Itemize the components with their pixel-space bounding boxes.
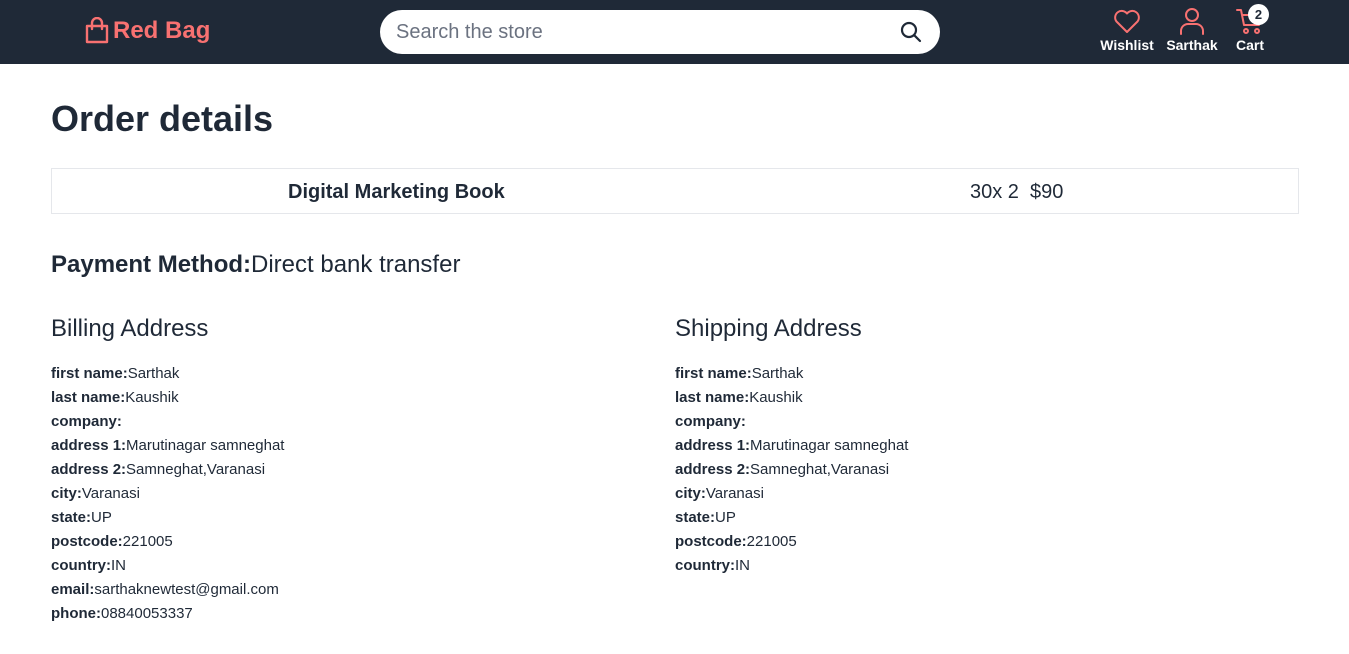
shipping-postcode: postcode:221005 (675, 530, 908, 554)
field-label: state: (675, 509, 716, 526)
field-value: 08840053337 (101, 605, 193, 622)
billing-first-name: first name:Sarthak (51, 362, 284, 386)
field-value: UP (91, 509, 112, 526)
field-label: postcode: (51, 533, 123, 550)
billing-country: country:IN (51, 554, 284, 578)
field-value: 221005 (122, 533, 173, 550)
shipping-city: city:Varanasi (675, 482, 908, 506)
field-value: Kaushik (125, 389, 179, 406)
wishlist-label: Wishlist (1100, 37, 1154, 53)
brand-name: Red Bag (113, 17, 211, 44)
field-label: address 1: (51, 437, 127, 454)
page-title: Order details (51, 98, 274, 139)
user-icon (1180, 8, 1204, 35)
field-value: IN (111, 557, 126, 574)
field-value: Varanasi (705, 485, 764, 502)
billing-phone: phone:08840053337 (51, 602, 284, 626)
billing-address-heading: Billing Address (51, 315, 209, 342)
shipping-address-2: address 2:Samneghat,Varanasi (675, 458, 908, 482)
shopping-bag-icon (84, 16, 110, 45)
field-value: Marutinagar samneghat (126, 437, 285, 454)
field-value: 221005 (746, 533, 797, 550)
field-label: email: (51, 581, 95, 598)
billing-company: company: (51, 410, 284, 434)
brand-logo[interactable]: Red Bag (84, 16, 210, 46)
billing-last-name: last name:Kaushik (51, 386, 284, 410)
cart-label: Cart (1235, 37, 1264, 53)
field-value: Samneghat,Varanasi (126, 461, 266, 478)
field-label: postcode: (675, 533, 747, 550)
field-value: Marutinagar samneghat (750, 437, 909, 454)
shipping-country: country:IN (675, 554, 908, 578)
field-label: address 2: (51, 461, 127, 478)
field-label: country: (51, 557, 111, 574)
payment-method-label: Payment Method: (51, 251, 252, 278)
billing-city: city:Varanasi (51, 482, 284, 506)
billing-state: state:UP (51, 506, 284, 530)
search-bar (380, 10, 940, 54)
field-label: first name: (51, 365, 128, 382)
cart-link[interactable]: 2 Cart (1230, 4, 1270, 53)
billing-address-2: address 2:Samneghat,Varanasi (51, 458, 284, 482)
product-name: Digital Marketing Book (288, 181, 505, 203)
payment-method-value: Direct bank transfer (251, 251, 461, 278)
field-value: UP (715, 509, 736, 526)
field-label: city: (675, 485, 706, 502)
order-items-table: Digital Marketing Book 30x 2 $90 (51, 168, 1299, 214)
field-label: last name: (675, 389, 750, 406)
field-label: company: (675, 413, 746, 430)
shipping-address: Shipping Address first name:Sarthak last… (675, 314, 908, 578)
search-icon[interactable] (900, 21, 922, 43)
field-label: country: (675, 557, 735, 574)
wishlist-link[interactable]: Wishlist (1100, 6, 1154, 53)
shipping-address-heading: Shipping Address (675, 315, 862, 342)
billing-address: Billing Address first name:Sarthak last … (51, 314, 284, 626)
field-value: Kaushik (749, 389, 803, 406)
field-label: state: (51, 509, 92, 526)
field-value: sarthaknewtest@gmail.com (94, 581, 279, 598)
field-label: address 1: (675, 437, 751, 454)
field-value: Sarthak (127, 365, 180, 382)
field-label: first name: (675, 365, 752, 382)
field-label: company: (51, 413, 122, 430)
product-quantity: 30x 2 (970, 181, 1019, 203)
cart-count-badge: 2 (1248, 4, 1269, 25)
account-label: Sarthak (1166, 37, 1218, 53)
field-value: Sarthak (751, 365, 804, 382)
field-value: IN (735, 557, 750, 574)
navbar: Red Bag Wishlist Sarthak 2 Cart (0, 0, 1349, 64)
search-input[interactable] (396, 10, 896, 54)
billing-address-1: address 1:Marutinagar samneghat (51, 434, 284, 458)
field-label: last name: (51, 389, 126, 406)
shipping-company: company: (675, 410, 908, 434)
shipping-last-name: last name:Kaushik (675, 386, 908, 410)
shipping-address-1: address 1:Marutinagar samneghat (675, 434, 908, 458)
billing-email: email:sarthaknewtest@gmail.com (51, 578, 284, 602)
billing-postcode: postcode:221005 (51, 530, 284, 554)
field-label: address 2: (675, 461, 751, 478)
payment-method: Payment Method:Direct bank transfer (51, 250, 460, 280)
product-price: $90 (1030, 181, 1064, 203)
field-label: city: (51, 485, 82, 502)
field-label: phone: (51, 605, 101, 622)
shipping-state: state:UP (675, 506, 908, 530)
shipping-first-name: first name:Sarthak (675, 362, 908, 386)
field-value: Varanasi (81, 485, 140, 502)
account-link[interactable]: Sarthak (1166, 6, 1218, 53)
field-value: Samneghat,Varanasi (750, 461, 890, 478)
heart-icon (1114, 9, 1140, 33)
